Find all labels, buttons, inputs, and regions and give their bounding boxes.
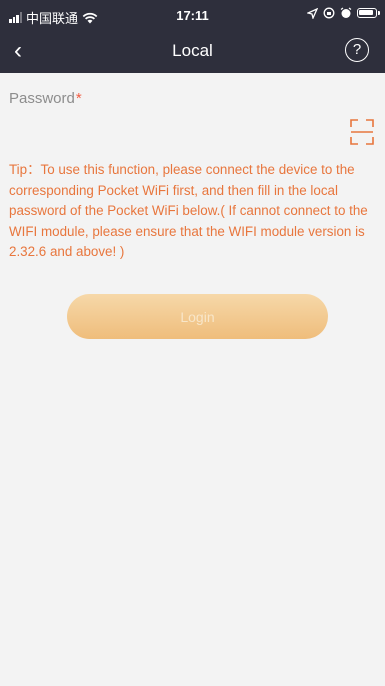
question-mark-icon: ? (352, 41, 362, 58)
alarm-icon (340, 7, 352, 18)
password-label: Password* (9, 90, 82, 107)
location-arrow-icon (307, 7, 318, 19)
scan-icon[interactable] (350, 118, 374, 146)
battery-icon (357, 8, 380, 18)
tip-text: Tip：To use this function, please connect… (9, 162, 368, 259)
password-field: Password* (0, 73, 385, 153)
help-button[interactable]: ? (345, 38, 369, 62)
status-bar: 中国联通 17:11 (0, 0, 385, 30)
status-right (307, 7, 380, 19)
page-title: Local (172, 41, 213, 60)
lock-rotation-icon (323, 7, 335, 19)
required-mark: * (75, 90, 82, 107)
login-button[interactable]: Login (67, 294, 328, 339)
password-input[interactable] (9, 115, 333, 145)
app-header: 中国联通 17:11 ‹ Local ? (0, 0, 385, 73)
nav-bar: ‹ Local ? (0, 30, 385, 73)
